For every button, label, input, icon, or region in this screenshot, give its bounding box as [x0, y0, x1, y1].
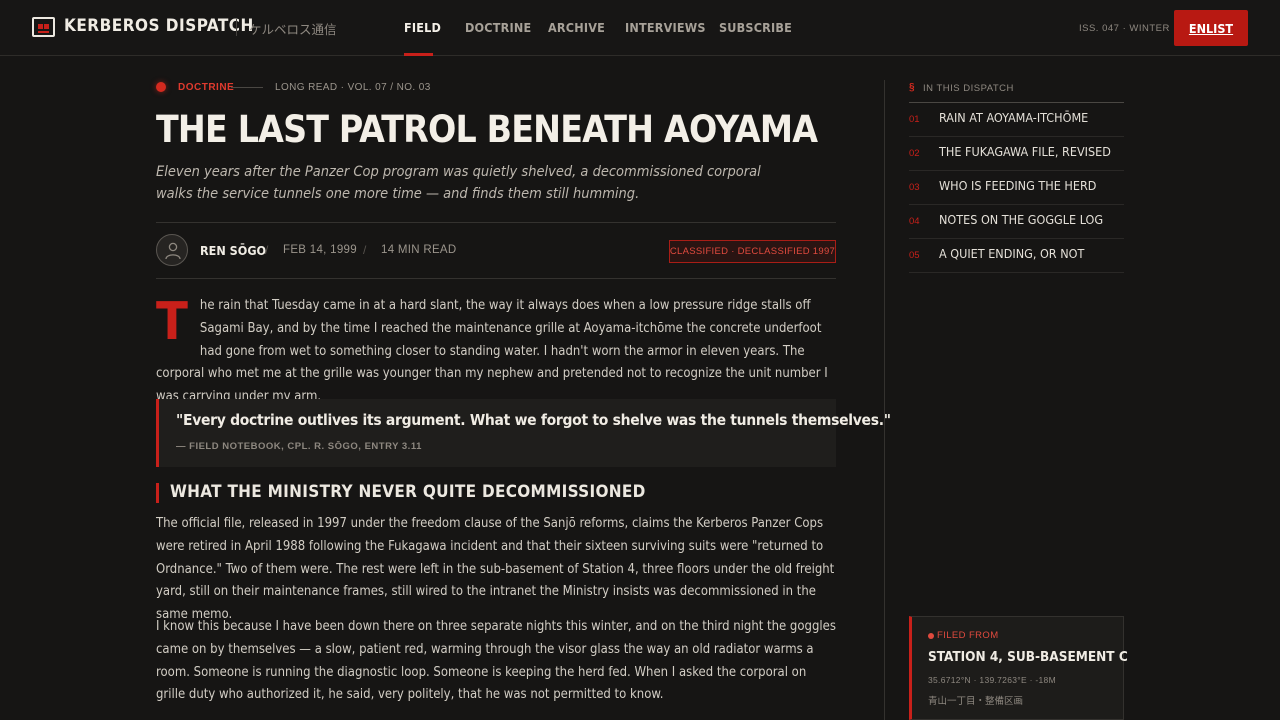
toc-number: 01: [909, 114, 920, 125]
drop-cap: T: [156, 292, 188, 352]
toc-label: THE FUKAGAWA FILE, REVISED: [939, 144, 1111, 159]
toc-item[interactable]: 05 A QUIET ENDING, OR NOT: [909, 239, 1124, 273]
nav-item-subscribe[interactable]: SUBSCRIBE: [719, 20, 792, 35]
toc-item[interactable]: 02 THE FUKAGAWA FILE, REVISED: [909, 137, 1124, 171]
toc-number: 02: [909, 148, 920, 159]
article-paragraph: The rain that Tuesday came in at a hard …: [156, 295, 836, 409]
article-title: THE LAST PATROL BENEATH AOYAMA: [156, 108, 818, 151]
filed-coordinates: 35.6712°N · 139.7263°E · -18M: [928, 675, 1056, 685]
nav-item-doctrine[interactable]: DOCTRINE: [465, 20, 531, 35]
status-dot-icon: [928, 633, 934, 639]
toc-number: 03: [909, 182, 920, 193]
publish-date: FEB 14, 1999: [283, 244, 357, 256]
article-paragraph: The official file, released in 1997 unde…: [156, 516, 835, 623]
category-dot-icon: [156, 82, 166, 92]
toc-item[interactable]: 01 RAIN AT AOYAMA-ITCHŌME: [909, 103, 1124, 137]
toc-label: NOTES ON THE GOGGLE LOG: [939, 212, 1104, 227]
filed-location: STATION 4, SUB-BASEMENT C: [928, 649, 1128, 665]
article-meta: LONG READ · VOL. 07 / NO. 03: [275, 82, 431, 93]
top-nav: KERBEROS DISPATCH ケルベロス通信 FIELD DOCTRINE…: [0, 0, 1280, 56]
toc-label: A QUIET ENDING, OR NOT: [939, 246, 1085, 261]
issue-label: ISS. 047 · WINTER: [1079, 23, 1170, 34]
divider: [156, 222, 836, 223]
toc-item[interactable]: 04 NOTES ON THE GOGGLE LOG: [909, 205, 1124, 239]
toc-number: 05: [909, 250, 920, 261]
subhead-accent-bar: [156, 483, 159, 503]
user-icon: [165, 242, 181, 260]
meta-separator: /: [363, 243, 367, 257]
sidebar-divider: [884, 80, 885, 720]
active-tab-indicator: [404, 53, 433, 56]
nav-item-field[interactable]: FIELD: [404, 20, 441, 35]
kicker-divider: [231, 87, 263, 88]
filed-from-card: FILED FROM STATION 4, SUB-BASEMENT C 35.…: [909, 616, 1128, 720]
meta-separator: /: [265, 243, 269, 257]
section-icon: §: [909, 82, 915, 93]
nav-item-interviews[interactable]: INTERVIEWS: [625, 20, 706, 35]
author-avatar[interactable]: [156, 234, 188, 266]
enlist-button[interactable]: ENLIST: [1174, 10, 1248, 46]
filed-location-japanese: 青山一丁目・整備区画: [928, 696, 1024, 707]
toc-label: WHO IS FEEDING THE HERD: [939, 178, 1097, 193]
pull-quote-text: "Every doctrine outlives its argument. W…: [176, 411, 891, 429]
paragraph-text: he rain that Tuesday came in at a hard s…: [156, 298, 828, 405]
kerberos-logo-icon[interactable]: [32, 17, 55, 37]
section-subhead: WHAT THE MINISTRY NEVER QUITE DECOMMISSI…: [170, 482, 646, 502]
article-dek: Eleven years after the Panzer Cop progra…: [156, 164, 761, 202]
toc-number: 04: [909, 216, 920, 227]
divider: [156, 278, 836, 279]
brand-japanese: ケルベロス通信: [249, 22, 337, 37]
nav-item-archive[interactable]: ARCHIVE: [548, 20, 605, 35]
pull-quote: "Every doctrine outlives its argument. W…: [156, 399, 891, 467]
author-name[interactable]: REN SŌGO: [200, 243, 266, 258]
pull-quote-citation: — FIELD NOTEBOOK, CPL. R. SŌGO, ENTRY 3.…: [176, 441, 422, 452]
category-link[interactable]: DOCTRINE: [178, 82, 234, 93]
toc-item[interactable]: 03 WHO IS FEEDING THE HERD: [909, 171, 1124, 205]
brand-name[interactable]: KERBEROS DISPATCH: [64, 16, 254, 36]
read-time: 14 MIN READ: [381, 244, 457, 256]
article-paragraph: I know this because I have been down the…: [156, 619, 836, 703]
toc-label: RAIN AT AOYAMA-ITCHŌME: [939, 110, 1089, 125]
filed-label: FILED FROM: [937, 630, 999, 641]
classified-badge: CLASSIFIED · DECLASSIFIED 1997: [669, 240, 836, 263]
brand-divider: [236, 19, 237, 36]
toc-heading: IN THIS DISPATCH: [923, 83, 1014, 94]
